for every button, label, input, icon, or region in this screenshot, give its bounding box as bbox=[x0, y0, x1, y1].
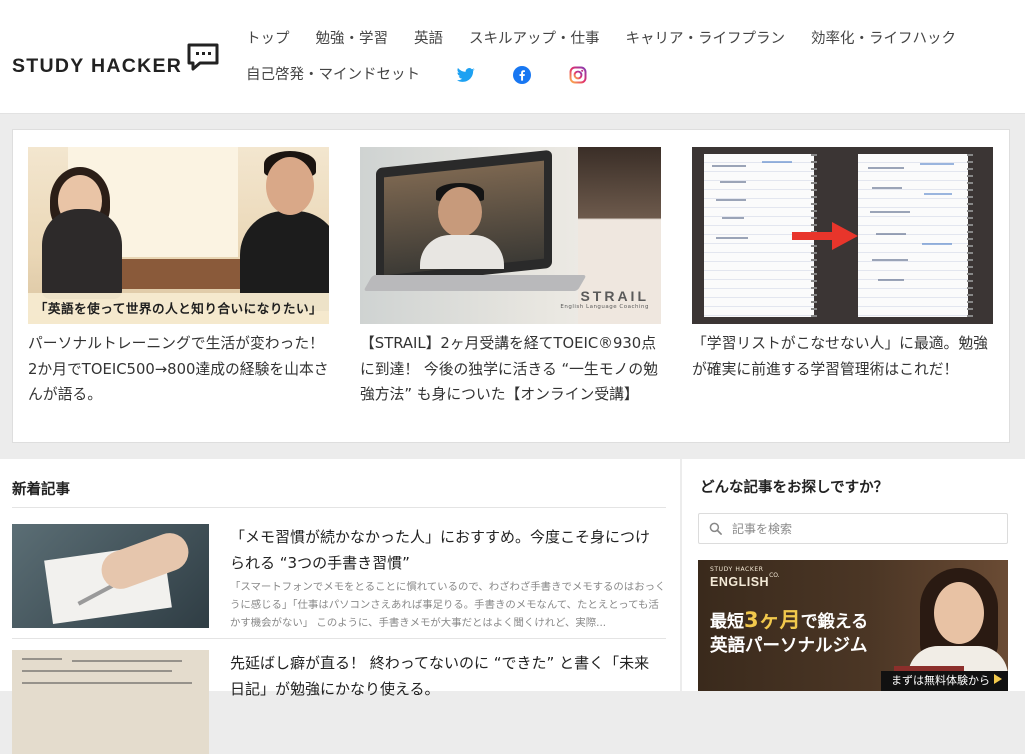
thumbnail-caption: 「英語を使って世界の人と知り合いになりたい」 bbox=[28, 293, 329, 324]
divider bbox=[12, 638, 666, 639]
strail-logo: STRAIL English Language Coaching bbox=[560, 288, 649, 310]
logo-text: STUDY HACKER bbox=[12, 55, 183, 77]
instagram-icon[interactable] bbox=[568, 65, 588, 85]
featured-card-1[interactable]: 「英語を使って世界の人と知り合いになりたい」 パーソナルトレーニングで生活が変わ… bbox=[28, 147, 339, 408]
featured-title-3[interactable]: 「学習リストがこなせない人」に最適。勉強が確実に前進する学習管理術はこれだ！ bbox=[692, 331, 993, 382]
site-header: STUDY HACKER トップ 勉強・学習 英語 スキルアップ・仕事 キャリア… bbox=[0, 0, 1025, 114]
featured-title-1[interactable]: パーソナルトレーニングで生活が変わった！ 2か月でTOEIC500→800達成の… bbox=[28, 331, 339, 408]
featured-card-3[interactable]: 「学習リストがこなせない人」に最適。勉強が確実に前進する学習管理術はこれだ！ bbox=[692, 147, 993, 382]
banner-brand: STUDY HACKER ENGLISHCO. bbox=[710, 566, 780, 589]
facebook-icon[interactable] bbox=[512, 65, 532, 85]
main-nav: トップ 勉強・学習 英語 スキルアップ・仕事 キャリア・ライフプラン 効率化・ラ… bbox=[246, 24, 1016, 90]
nav-english[interactable]: 英語 bbox=[414, 24, 443, 54]
free-trial-button[interactable]: まずは無料体験から bbox=[881, 671, 1008, 691]
twitter-icon[interactable] bbox=[456, 65, 476, 85]
nav-career[interactable]: キャリア・ライフプラン bbox=[626, 24, 786, 54]
section-title: 新着記事 bbox=[12, 482, 70, 498]
nav-skillup[interactable]: スキルアップ・仕事 bbox=[469, 24, 600, 54]
article-thumbnail[interactable] bbox=[12, 524, 209, 628]
featured-card-2[interactable]: STRAIL English Language Coaching 【STRAIL… bbox=[360, 147, 661, 408]
play-arrow-icon bbox=[994, 671, 1002, 691]
article-excerpt: 「スマートフォンでメモをとることに慣れているので、わざわざ手書きでメモするのはお… bbox=[230, 581, 666, 629]
nav-top[interactable]: トップ bbox=[246, 24, 290, 54]
nav-mindset[interactable]: 自己啓発・マインドセット bbox=[246, 60, 420, 90]
search-box[interactable] bbox=[698, 513, 1008, 544]
speech-bubble-logo-icon bbox=[186, 42, 220, 76]
sidebar-title: どんな記事をお探しですか？ bbox=[700, 480, 889, 496]
banner-subheadline: 英語パーソナルジム bbox=[710, 636, 868, 656]
sidebar: どんな記事をお探しですか？ STUDY HACKER ENGLISHCO. 最短… bbox=[682, 459, 1025, 691]
featured-thumbnail-3[interactable] bbox=[692, 147, 993, 324]
nav-study[interactable]: 勉強・学習 bbox=[316, 24, 389, 54]
arrow-right-icon bbox=[792, 222, 858, 254]
english-gym-banner[interactable]: STUDY HACKER ENGLISHCO. 最短3ヶ月で鍛える 英語パーソナ… bbox=[698, 560, 1008, 691]
featured-thumbnail-2[interactable]: STRAIL English Language Coaching bbox=[360, 147, 661, 324]
new-articles: 新着記事 「メモ習慣が続かなかった人」におすすめ。今度こそ身につけられる “3つ… bbox=[0, 459, 680, 754]
search-icon bbox=[709, 522, 722, 535]
featured-articles: 「英語を使って世界の人と知り合いになりたい」 パーソナルトレーニングで生活が変わ… bbox=[12, 129, 1010, 443]
nav-lifehack[interactable]: 効率化・ライフハック bbox=[811, 24, 956, 54]
article-title[interactable]: 「メモ習慣が続かなかった人」におすすめ。今度こそ身につけられる “3つの手書き習… bbox=[230, 524, 660, 576]
featured-thumbnail-1[interactable]: 「英語を使って世界の人と知り合いになりたい」 bbox=[28, 147, 329, 324]
featured-title-2[interactable]: 【STRAIL】2ヶ月受講を経てTOEIC®930点に到達！ 今後の独学に活きる… bbox=[360, 331, 661, 408]
banner-headline: 最短3ヶ月で鍛える bbox=[710, 608, 869, 632]
article-title[interactable]: 先延ばし癖が直る！ 終わってないのに “できた” と書く「未来日記」が勉強にかな… bbox=[230, 650, 660, 702]
divider bbox=[12, 507, 666, 508]
site-logo[interactable]: STUDY HACKER bbox=[12, 42, 220, 77]
article-thumbnail[interactable] bbox=[12, 650, 209, 754]
search-input[interactable] bbox=[730, 520, 994, 537]
